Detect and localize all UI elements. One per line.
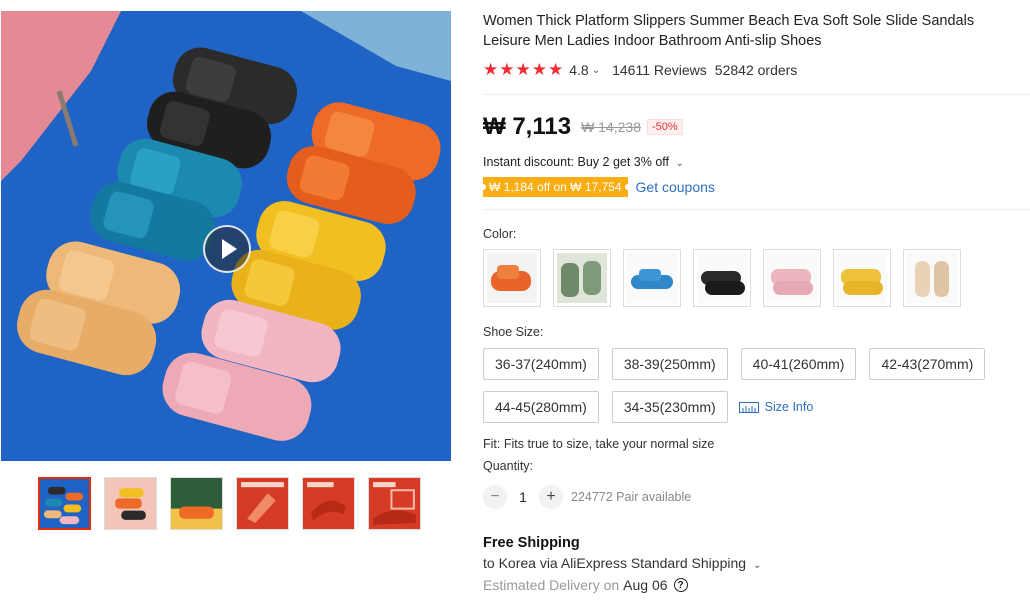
color-swatch-pink[interactable] [763,249,821,307]
chevron-down-icon: ⌄ [752,560,762,571]
star-icon: ★ [483,60,499,79]
thumbnail-2[interactable] [104,477,157,530]
product-title: Women Thick Platform Slippers Summer Bea… [483,13,975,49]
thumbnail-image [303,478,354,529]
estimated-delivery-label: Estimated Delivery on [483,577,620,593]
rating-row: ★ ★ ★ ★ ★ 4.8 ⌄ 14611 Reviews 52842 orde… [483,60,1030,80]
swatch-image [697,253,747,303]
discount-badge: -50% [647,119,683,135]
swatch-image [487,253,537,303]
product-info: Women Thick Platform Slippers Summer Bea… [480,11,1030,593]
estimated-delivery: Estimated Delivery on Aug 06 ? [483,577,1030,593]
chevron-down-icon: ⌄ [675,158,684,169]
thumbnail-4[interactable] [236,477,289,530]
thumbnail-image [171,478,222,529]
quantity-minus-button[interactable]: − [483,485,507,509]
size-option[interactable]: 36-37(240mm) [483,348,599,380]
shipping-method-text: to Korea via AliExpress Standard Shippin… [483,555,747,571]
swatch-image [557,253,607,303]
shoe-size-label: Shoe Size: [483,325,544,339]
coupon-badge: ₩ 1,184 off on ₩ 17,754 [480,177,631,197]
chevron-down-icon[interactable]: ⌄ [592,65,600,76]
star-icon: ★ [499,60,515,79]
star-icon: ★ [515,60,531,79]
rating-stars[interactable]: ★ ★ ★ ★ ★ [483,60,563,80]
thumbnail-image [369,478,420,529]
color-swatch-orange[interactable] [483,249,541,307]
color-label: Color: [483,227,517,241]
quantity-available: 224772 Pair available [571,490,692,504]
size-option[interactable]: 40-41(260mm) [740,348,857,380]
thumbnail-6[interactable] [368,477,421,530]
color-swatch-black[interactable] [693,249,751,307]
get-coupons-link[interactable]: Get coupons [636,179,715,195]
color-swatch-beige[interactable] [903,249,961,307]
reviews-count[interactable]: 14611 Reviews [612,62,707,78]
divider [483,209,1030,210]
quantity-label: Quantity: [483,459,534,473]
divider [483,94,1030,95]
size-options: 36-37(240mm) 38-39(250mm) 40-41(260mm) 4… [483,348,1023,423]
color-swatch-yellow[interactable] [833,249,891,307]
thumbnail-image [237,478,288,529]
thumbnail-5[interactable] [302,477,355,530]
thumbnail-image [105,478,156,529]
quantity-plus-button[interactable]: + [539,485,563,509]
original-price: ₩ 14,238 [581,119,641,135]
size-info-label: Size Info [764,400,814,414]
size-info-link[interactable]: Size Info [738,391,814,423]
main-product-image[interactable] [1,11,451,461]
quantity-stepper: − 1 + 224772 Pair available [483,485,1030,509]
fit-note: Fit: Fits true to size, take your normal… [483,437,715,451]
play-icon [221,239,237,259]
question-circle-icon[interactable]: ? [673,578,688,592]
color-swatch-blue[interactable] [623,249,681,307]
size-option[interactable]: 42-43(270mm) [869,348,986,380]
swatch-image [837,253,887,303]
play-video-button[interactable] [203,225,251,273]
orders-count: 52842 orders [714,62,798,78]
color-swatch-green[interactable] [553,249,611,307]
instant-discount[interactable]: Instant discount: Buy 2 get 3% off ⌄ [483,155,1030,169]
thumbnail-1[interactable] [38,477,91,530]
current-price: ₩ 7,113 [483,113,572,140]
size-option[interactable]: 34-35(230mm) [611,391,728,423]
coupon-row: ₩ 1,184 off on ₩ 17,754 Get coupons [480,177,1030,197]
instant-discount-text: Instant discount: Buy 2 get 3% off [483,155,669,169]
swatch-image [627,253,677,303]
swatch-image [767,253,817,303]
shipping-title: Free Shipping [483,535,580,551]
swatch-image [907,253,957,303]
thumbnail-3[interactable] [170,477,223,530]
ruler-icon [738,401,759,413]
rating-value[interactable]: 4.8 [569,62,588,78]
quantity-value[interactable]: 1 [507,489,539,505]
price-row: ₩ 7,113 ₩ 14,238 -50% [483,113,1030,141]
thumbnail-image [40,479,89,528]
star-icon: ★ [531,60,547,79]
shipping-method[interactable]: to Korea via AliExpress Standard Shippin… [483,555,1030,571]
thumbnail-strip [38,477,421,530]
size-option[interactable]: 38-39(250mm) [611,348,728,380]
size-option[interactable]: 44-45(280mm) [483,391,599,423]
estimated-delivery-date: Aug 06 [623,577,668,593]
star-icon: ★ [548,60,564,79]
color-swatches [483,249,1030,307]
